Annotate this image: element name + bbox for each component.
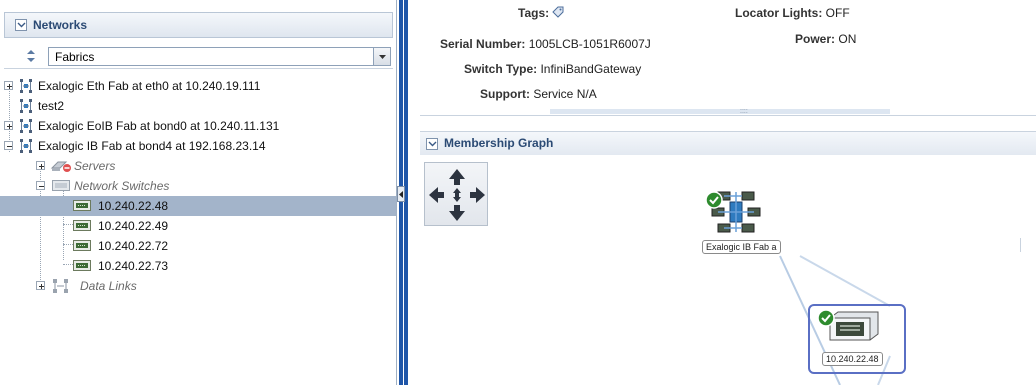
- tree-item-switch-10-240-22-49[interactable]: 10.240.22.49: [0, 216, 396, 236]
- pan-up-icon: [449, 169, 465, 185]
- pan-right-icon: [470, 187, 485, 203]
- networks-panel-title: Networks: [33, 18, 88, 32]
- tree-item-label: Servers: [74, 159, 116, 173]
- locator-lights-label: Locator Lights:: [735, 6, 823, 20]
- tree-item-label: Data Links: [80, 279, 137, 293]
- collapse-icon[interactable]: [36, 181, 45, 190]
- switch-icon: [73, 200, 91, 214]
- tree-item-label: Exalogic Eth Fab at eth0 at 10.240.19.11…: [38, 79, 261, 93]
- locator-lights-field: Locator Lights: OFF: [735, 6, 850, 20]
- expand-icon[interactable]: [4, 121, 13, 130]
- resize-grip: ::::: [740, 108, 748, 115]
- power-label: Power:: [795, 32, 836, 46]
- membership-graph-title: Membership Graph: [444, 136, 554, 150]
- chevron-left-icon: [399, 191, 403, 198]
- center-icon: [453, 188, 461, 202]
- status-ok-icon: [705, 191, 723, 209]
- support-field: Support: Service N/A: [480, 87, 597, 101]
- membership-graph-canvas[interactable]: Exalogic IB Fab a 10.240.22.48: [420, 156, 1036, 385]
- tags-field: Tags:: [518, 6, 568, 21]
- collapse-left-panel-button[interactable]: [397, 186, 405, 202]
- tree-item-servers[interactable]: Servers: [0, 156, 396, 176]
- switch-type-label: Switch Type:: [464, 62, 538, 76]
- fabric-icon: [18, 118, 34, 137]
- view-select[interactable]: Fabrics: [48, 47, 391, 66]
- tree-item-label: 10.240.22.49: [98, 219, 169, 233]
- networks-tree: Exalogic Eth Fab at eth0 at 10.240.19.11…: [0, 72, 396, 385]
- chevron-down-icon: [17, 22, 26, 28]
- graph-node-caption: 10.240.22.48: [822, 352, 883, 366]
- edge-fabric-switch: [799, 255, 891, 307]
- locator-lights-value: OFF: [825, 6, 850, 20]
- power-value: ON: [838, 32, 857, 46]
- fabric-icon: [18, 98, 34, 117]
- detail-panel: Tags: Serial Number: 1005LCB-1051R6007J …: [412, 0, 1036, 385]
- expand-icon[interactable]: [36, 281, 45, 290]
- graph-node-switch[interactable]: [816, 308, 882, 346]
- view-selector-row: Fabrics: [4, 45, 393, 69]
- tree-item-switch-10-240-22-73[interactable]: 10.240.22.73: [0, 256, 396, 276]
- collapse-graph-button[interactable]: [426, 138, 438, 150]
- switch-icon: [73, 220, 91, 234]
- details-resize-handle[interactable]: ::::: [550, 108, 890, 115]
- sort-icon[interactable]: [26, 50, 36, 65]
- pan-down-icon: [449, 205, 465, 221]
- fabric-icon: [18, 138, 34, 157]
- switch-type-value: InfiniBandGateway: [540, 62, 642, 76]
- tree-item-label: 10.240.22.48: [98, 199, 169, 213]
- power-field: Power: ON: [795, 32, 856, 46]
- fabric-icon: [18, 78, 34, 97]
- collapse-networks-button[interactable]: [15, 19, 27, 31]
- switch-type-field: Switch Type: InfiniBandGateway: [464, 62, 641, 76]
- tree-item-label: 10.240.22.73: [98, 259, 169, 273]
- tree-item-label: Exalogic EoIB Fab at bond0 at 10.240.11.…: [38, 119, 280, 133]
- switch-icon: [73, 240, 91, 254]
- tree-item-switch-10-240-22-48[interactable]: 10.240.22.48: [0, 196, 396, 216]
- expand-icon[interactable]: [4, 81, 13, 90]
- tree-item-ib-fabric[interactable]: Exalogic IB Fab at bond4 at 192.168.23.1…: [0, 136, 396, 156]
- tree-item-eoib-fabric[interactable]: Exalogic EoIB Fab at bond0 at 10.240.11.…: [0, 116, 396, 136]
- tree-item-network-switches[interactable]: Network Switches: [0, 176, 396, 196]
- switch-node-icon: [829, 311, 879, 341]
- graph-edge-marker: [1020, 238, 1021, 252]
- networks-panel-header: Networks: [4, 12, 393, 38]
- serial-number-field: Serial Number: 1005LCB-1051R6007J: [440, 37, 651, 51]
- support-label: Support:: [480, 87, 530, 101]
- chevron-down-icon: [428, 141, 437, 147]
- tree-item-eth-fabric[interactable]: Exalogic Eth Fab at eth0 at 10.240.19.11…: [0, 76, 396, 96]
- serial-number-value: 1005LCB-1051R6007J: [528, 37, 651, 51]
- switch-icon: [73, 260, 91, 274]
- status-ok-icon: [817, 309, 835, 327]
- view-select-value: Fabrics: [55, 50, 95, 64]
- tree-item-label: 10.240.22.72: [98, 239, 169, 253]
- tree-item-test2[interactable]: test2: [0, 96, 396, 116]
- tag-icon[interactable]: [552, 6, 568, 21]
- membership-graph-header: Membership Graph: [420, 131, 1036, 155]
- switch-details: Tags: Serial Number: 1005LCB-1051R6007J …: [420, 0, 1036, 116]
- tags-label: Tags:: [518, 6, 550, 20]
- tree-item-label: Exalogic IB Fab at bond4 at 192.168.23.1…: [38, 139, 266, 153]
- server-disabled-icon: [50, 159, 72, 176]
- expand-icon[interactable]: [36, 161, 45, 170]
- collapse-icon[interactable]: [4, 141, 13, 150]
- tree-item-switch-10-240-22-72[interactable]: 10.240.22.72: [0, 236, 396, 256]
- tree-item-label: Network Switches: [74, 179, 170, 193]
- support-value: Service N/A: [533, 87, 597, 101]
- pan-control[interactable]: [424, 162, 488, 226]
- switch-group-icon: [52, 180, 70, 194]
- data-links-icon: [52, 278, 70, 297]
- dropdown-arrow-icon[interactable]: [373, 48, 390, 65]
- pan-left-icon: [429, 187, 444, 203]
- networks-panel: Networks Fabrics Exalogic Eth Fab at eth…: [0, 0, 397, 385]
- panel-splitter[interactable]: [397, 0, 409, 385]
- tree-item-label: test2: [38, 99, 65, 113]
- graph-node-fabric[interactable]: [704, 188, 768, 236]
- graph-node-caption: Exalogic IB Fab a: [702, 240, 781, 254]
- tree-item-data-links[interactable]: Data Links: [0, 276, 396, 296]
- serial-number-label: Serial Number:: [440, 37, 526, 51]
